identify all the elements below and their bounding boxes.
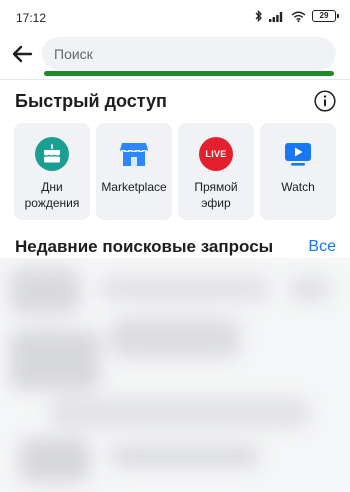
tile-watch[interactable]: Watch bbox=[260, 123, 336, 220]
tile-live[interactable]: LIVE Прямой эфир bbox=[178, 123, 254, 220]
search-input[interactable] bbox=[42, 37, 336, 70]
tile-label: Прямой эфир bbox=[194, 180, 238, 210]
watch-video-icon bbox=[281, 137, 315, 171]
store-glyph bbox=[120, 143, 148, 166]
quick-access-tiles: Дни рождения Marketplace LIVE Прямой эфи… bbox=[14, 123, 336, 220]
tile-birthdays[interactable]: Дни рождения bbox=[14, 123, 90, 220]
status-icons: 29 bbox=[255, 10, 339, 22]
recent-searches-list-blurred bbox=[0, 258, 350, 492]
wifi-icon bbox=[291, 11, 306, 22]
status-bar: 17:12 29 bbox=[0, 0, 350, 34]
birthday-cake-glyph bbox=[43, 143, 61, 163]
arrow-left-icon bbox=[12, 45, 33, 63]
back-button[interactable] bbox=[8, 40, 36, 68]
tile-marketplace[interactable]: Marketplace bbox=[96, 123, 172, 220]
battery-icon: 29 bbox=[312, 10, 339, 22]
tile-label: Watch bbox=[281, 180, 315, 194]
live-badge: LIVE bbox=[205, 149, 227, 159]
marketplace-store-icon bbox=[117, 137, 151, 171]
see-all-link[interactable]: Все bbox=[308, 238, 336, 256]
recent-searches-title: Недавние поисковые запросы bbox=[15, 237, 274, 256]
birthday-cake-icon bbox=[35, 137, 69, 171]
tile-label: Marketplace bbox=[101, 180, 167, 194]
header-divider bbox=[0, 79, 350, 80]
live-icon: LIVE bbox=[199, 137, 233, 171]
tile-label: Дни рождения bbox=[24, 180, 80, 210]
signal-icon bbox=[269, 11, 283, 22]
bluetooth-icon bbox=[255, 10, 262, 22]
search-progress-bar bbox=[44, 71, 334, 76]
blurred-content bbox=[0, 258, 350, 492]
status-time: 17:12 bbox=[16, 11, 47, 25]
search-progress-fill bbox=[44, 71, 334, 76]
info-icon[interactable] bbox=[314, 90, 336, 112]
quick-access-title: Быстрый доступ bbox=[15, 91, 167, 111]
search-box[interactable] bbox=[42, 37, 336, 70]
watch-glyph bbox=[285, 143, 311, 166]
